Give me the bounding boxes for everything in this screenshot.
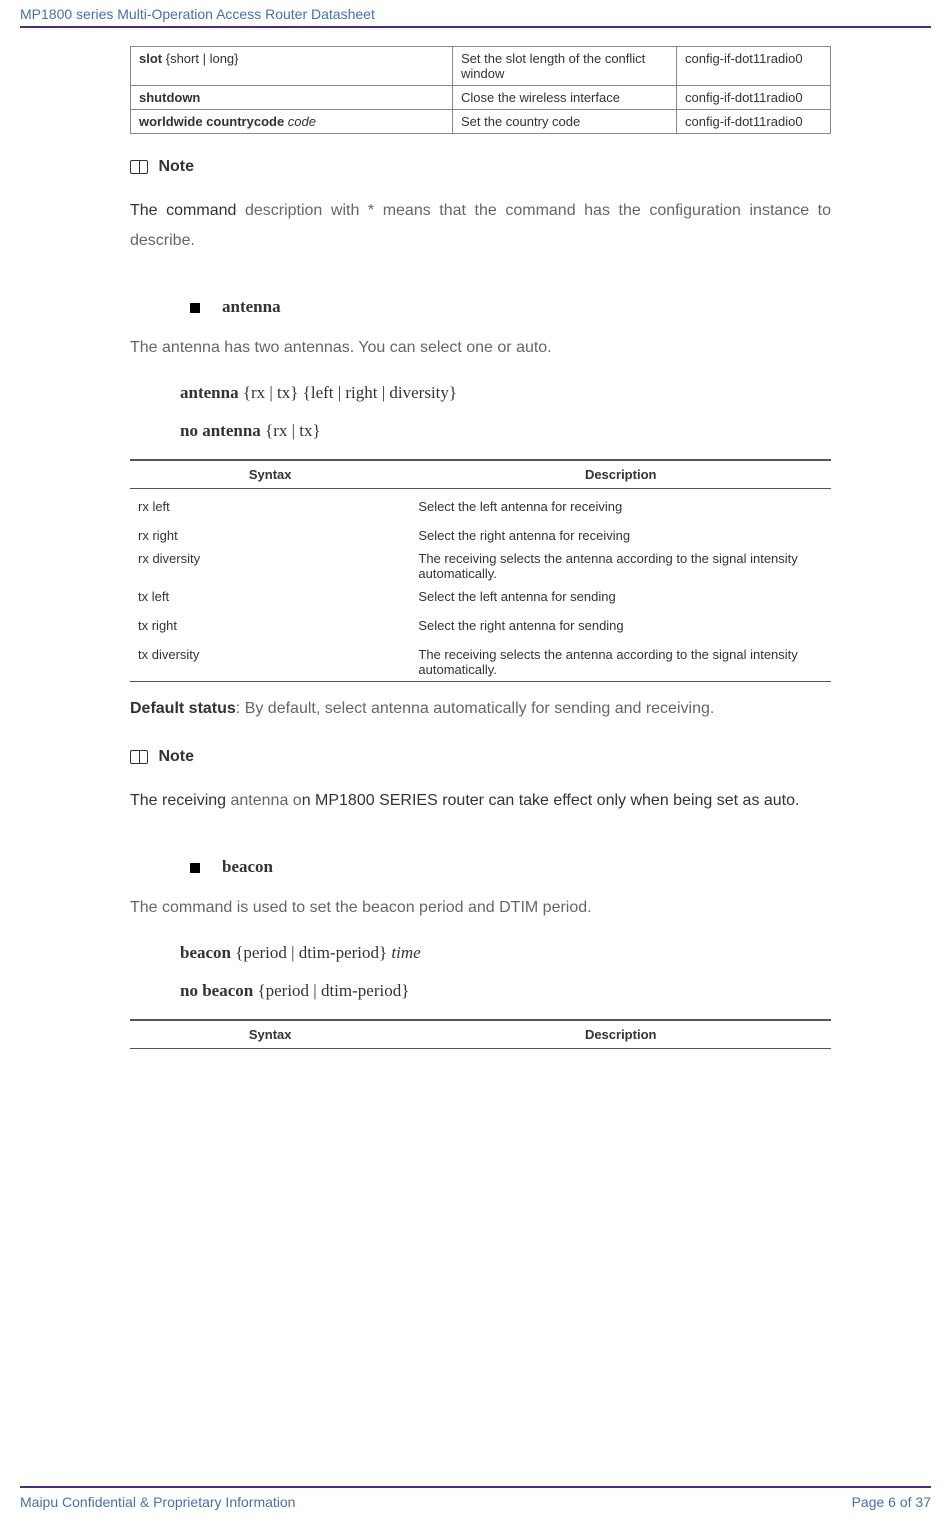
default-text: : By default, select antenna automatical… — [236, 700, 715, 717]
command-syntax: beacon {period | dtim-period} time — [180, 943, 831, 963]
table-row: slot {short | long} Set the slot length … — [131, 47, 831, 86]
note-paragraph: The receiving antenna on MP1800 SERIES r… — [130, 786, 831, 816]
syntax-cell: rx right — [130, 524, 410, 547]
syntax-cell: tx left — [130, 585, 410, 608]
cmd-bold: beacon — [180, 943, 235, 962]
default-status: Default status: By default, select anten… — [130, 694, 831, 724]
cmd-ctx: config-if-dot11radio0 — [677, 47, 831, 86]
table-row: tx rightSelect the right antenna for sen… — [130, 608, 831, 643]
desc-cell: Select the right antenna for sending — [410, 608, 831, 643]
main-content: slot {short | long} Set the slot length … — [20, 46, 931, 1049]
table-row: worldwide countrycode code Set the count… — [131, 110, 831, 134]
cmd-italic: time — [391, 943, 420, 962]
cmd-bold: no beacon — [180, 981, 257, 1000]
syntax-table-beacon: Syntax Description — [130, 1019, 831, 1049]
square-bullet-icon — [190, 863, 200, 873]
syntax-cell: rx left — [130, 488, 410, 524]
col-description: Description — [410, 460, 831, 489]
book-icon — [130, 750, 148, 764]
header-title: MP1800 series Multi-Operation Access Rou… — [20, 6, 375, 22]
table-row: rx rightSelect the right antenna for rec… — [130, 524, 831, 547]
desc-cell: Select the right antenna for receiving — [410, 524, 831, 547]
command-syntax: antenna {rx | tx} {left | right | divers… — [180, 383, 831, 403]
section-heading-antenna: antenna — [190, 297, 831, 317]
cmd-rest: {period | dtim-period} — [257, 981, 409, 1000]
section-desc: The command is used to set the beacon pe… — [130, 899, 831, 917]
note-label: Note — [154, 748, 194, 765]
footer-left: Maipu Confidential & Proprietary Informa… — [20, 1494, 295, 1510]
col-syntax: Syntax — [130, 1020, 410, 1049]
cmd-args: {short | long} — [162, 51, 238, 66]
desc-cell: Select the left antenna for receiving — [410, 488, 831, 524]
table-row: tx diversityThe receiving selects the an… — [130, 643, 831, 682]
note-text-dark: The command — [130, 202, 245, 219]
cmd-desc: Set the slot length of the conflict wind… — [453, 47, 677, 86]
syntax-cell: tx diversity — [130, 643, 410, 682]
square-bullet-icon — [190, 303, 200, 313]
desc-cell: The receiving selects the antenna accord… — [410, 547, 831, 585]
page-footer: Maipu Confidential & Proprietary Informa… — [20, 1486, 931, 1510]
cmd-ctx: config-if-dot11radio0 — [677, 110, 831, 134]
command-table: slot {short | long} Set the slot length … — [130, 46, 831, 134]
section-desc: The antenna has two antennas. You can se… — [130, 339, 831, 357]
cmd-name: shutdown — [139, 90, 200, 105]
col-description: Description — [410, 1020, 831, 1049]
command-syntax: no antenna {rx | tx} — [180, 421, 831, 441]
note-heading: Note — [130, 748, 831, 766]
note-text: The receiving — [130, 792, 231, 809]
cmd-arg-italic: code — [288, 114, 316, 129]
cmd-rest: {rx | tx} {left | right | diversity} — [243, 383, 457, 402]
cmd-desc: Close the wireless interface — [453, 86, 677, 110]
note-text-light: antenna o — [231, 792, 302, 809]
syntax-table-antenna: Syntax Description rx leftSelect the lef… — [130, 459, 831, 682]
col-syntax: Syntax — [130, 460, 410, 489]
table-row: shutdown Close the wireless interface co… — [131, 86, 831, 110]
note-heading: Note — [130, 158, 831, 176]
command-syntax: no beacon {period | dtim-period} — [180, 981, 831, 1001]
table-header-row: Syntax Description — [130, 460, 831, 489]
cmd-name: slot — [139, 51, 162, 66]
note-paragraph: The command description with * means tha… — [130, 196, 831, 257]
cmd-name: worldwide countrycode — [139, 114, 288, 129]
footer-right: Page 6 of 37 — [852, 1494, 931, 1510]
cmd-bold: no antenna — [180, 421, 265, 440]
table-row: tx leftSelect the left antenna for sendi… — [130, 585, 831, 608]
cmd-desc: Set the country code — [453, 110, 677, 134]
cmd-ctx: config-if-dot11radio0 — [677, 86, 831, 110]
book-icon — [130, 160, 148, 174]
default-label: Default status — [130, 700, 236, 717]
syntax-cell: tx right — [130, 608, 410, 643]
cmd-rest: {period | dtim-period} — [235, 943, 391, 962]
section-title: beacon — [222, 857, 273, 876]
desc-cell: The receiving selects the antenna accord… — [410, 643, 831, 682]
desc-cell: Select the left antenna for sending — [410, 585, 831, 608]
cmd-bold: antenna — [180, 383, 243, 402]
page-header: MP1800 series Multi-Operation Access Rou… — [20, 0, 931, 28]
section-heading-beacon: beacon — [190, 857, 831, 877]
table-header-row: Syntax Description — [130, 1020, 831, 1049]
table-row: rx leftSelect the left antenna for recei… — [130, 488, 831, 524]
cmd-rest: {rx | tx} — [265, 421, 321, 440]
note-text: n MP1800 SERIES router can take effect o… — [302, 792, 800, 809]
syntax-cell: rx diversity — [130, 547, 410, 585]
section-title: antenna — [222, 297, 281, 316]
table-row: rx diversityThe receiving selects the an… — [130, 547, 831, 585]
note-label: Note — [154, 158, 194, 175]
